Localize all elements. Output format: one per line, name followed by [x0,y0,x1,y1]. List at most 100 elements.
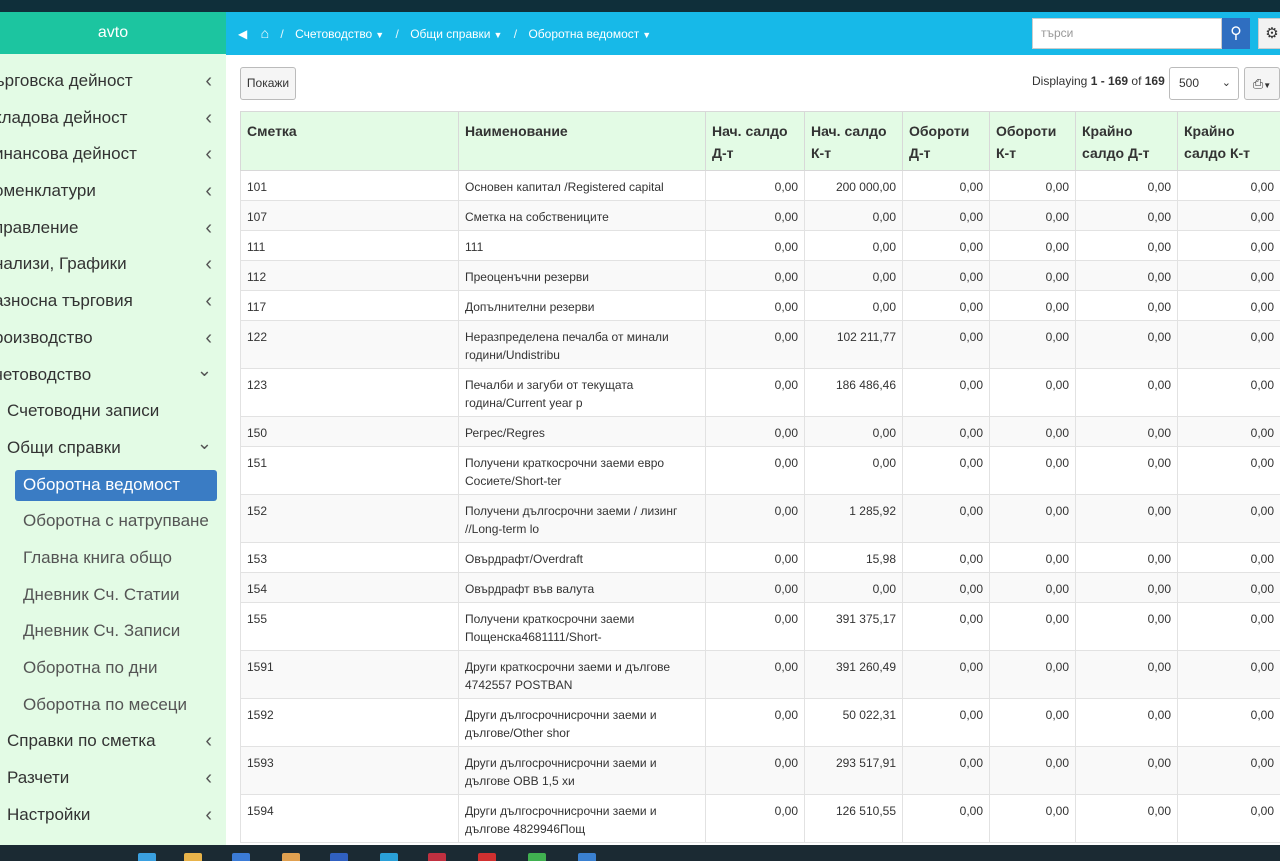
table-cell: 0,00 [902,494,990,543]
table-cell: 0,00 [1177,230,1280,261]
table-cell: Получени краткосрочни заеми евро Сосиете… [458,446,706,495]
table-row[interactable]: 151 Получени краткосрочни заеми евро Соси… [240,446,1280,495]
breadcrumb-item-turnover-sheet[interactable]: Оборотна ведомост ▼ [528,27,651,41]
breadcrumb-item-accounting[interactable]: Счетоводство ▼ [295,27,384,41]
table-row[interactable]: 107 Сметка на собствениците 0,00 0,00 0,00 0,… [240,200,1280,231]
sidebar-item[interactable]: Настройки ‹ [0,797,226,834]
column-header[interactable]: Нач. салдо К-т [804,111,903,171]
table-cell: 0,00 [1075,368,1178,417]
taskbar-app-icon[interactable] [528,853,546,861]
table-cell: 391 260,49 [804,650,903,699]
table-cell: 0,00 [902,446,990,495]
table-row[interactable]: 152 Получени дългосрочни заеми / лизинг /… [240,494,1280,543]
table-cell: 0,00 [705,698,805,747]
search-icon: ⚲ [1230,25,1242,42]
sidebar-item[interactable]: Общи справки ⌄ [0,430,226,467]
table-row[interactable]: 112 Преоценъчни резерви 0,00 0,00 0,00 0,00 0,… [240,260,1280,291]
sidebar-item[interactable]: ърговска дейност ‹ [0,63,226,100]
brand-title[interactable]: avto [0,12,226,54]
table-row[interactable]: 1594 Други дългосрочнисрочни заеми и дълг… [240,794,1280,843]
sidebar-item[interactable]: инансова дейност ‹ [0,136,226,173]
table-cell: Други дългосрочнисрочни заеми и дългове … [458,794,706,843]
column-header[interactable]: Обороти Д-т [902,111,990,171]
table-row[interactable]: 101 Основен капитал /Registered capital 0,… [240,170,1280,201]
sidebar-item[interactable]: кладова дейност ‹ [0,100,226,137]
sidebar-item[interactable]: Разчети ‹ [0,760,226,797]
sidebar-item-label: Счетоводни записи [7,401,160,421]
table-cell: 0,00 [1177,494,1280,543]
table-row[interactable]: 123 Печалби и загуби от текущата година/C… [240,368,1280,417]
taskbar-app-icon[interactable] [578,853,596,861]
sidebar-item-label: ърговска дейност [0,71,133,90]
sidebar-item[interactable]: роизводство ‹ [0,320,226,357]
table-row[interactable]: 155 Получени краткосрочни заеми Пощенска4… [240,602,1280,651]
table-cell: 107 [240,200,459,231]
settings-button[interactable]: ⚙ [1258,18,1280,49]
sidebar-item[interactable]: Оборотна с натрупване [0,503,226,540]
taskbar-app-icon[interactable] [282,853,300,861]
chevron-down-icon: ⌄ [196,359,212,380]
sidebar-item[interactable]: Дневник Сч. Статии [0,577,226,614]
table-cell: 0,00 [989,230,1076,261]
table-cell: 1591 [240,650,459,699]
column-header[interactable]: Нач. салдо Д-т [705,111,805,171]
table-row[interactable]: 122 Неразпределена печалба от минали годи… [240,320,1280,369]
table-cell: 0,00 [705,290,805,321]
column-header[interactable]: Крайно салдо Д-т [1075,111,1178,171]
table-cell: 0,00 [989,542,1076,573]
back-arrow-icon[interactable]: ◀ [238,27,247,41]
show-button[interactable]: Покажи [240,67,296,100]
breadcrumb-item-general-reports[interactable]: Общи справки ▼ [410,27,502,41]
search-button[interactable]: ⚲ [1222,18,1250,49]
taskbar-app-icon[interactable] [232,853,250,861]
table-row[interactable]: 1591 Други краткосрочни заеми и дългове 4… [240,650,1280,699]
sidebar-item[interactable]: Оборотна по дни [0,650,226,687]
table-cell: 0,00 [902,320,990,369]
sidebar-item[interactable]: нализи, Графики ‹ [0,246,226,283]
column-header[interactable]: Наименование [458,111,706,171]
table-row[interactable]: 154 Овърдрафт във валута 0,00 0,00 0,00 0,00 0… [240,572,1280,603]
pagination-of: of [1128,74,1145,88]
sidebar-item[interactable]: Главна книга общо [0,540,226,577]
table-cell: 0,00 [1075,230,1178,261]
sidebar-item[interactable]: азносна търговия ‹ [0,283,226,320]
print-button[interactable]: ⎙▼ [1244,67,1280,100]
sidebar-item[interactable]: Дневник Сч. Записи [0,613,226,650]
pagination-prefix: Displaying [1032,74,1091,88]
taskbar-app-icon[interactable] [138,853,156,861]
table-row[interactable]: 111 111 0,00 0,00 0,00 0,00 0,00 0,00 [240,230,1280,261]
table-cell: 0,00 [1075,320,1178,369]
table-cell: 0,00 [989,260,1076,291]
sidebar-item[interactable]: Справки по сметка ‹ [0,723,226,760]
search-input[interactable]: търси [1032,18,1222,49]
sidebar-item[interactable]: Оборотна по месеци [0,687,226,724]
print-icon: ⎙ [1252,76,1264,91]
table-row[interactable]: 150 Регрес/Regres 0,00 0,00 0,00 0,00 0,00 0,00 [240,416,1280,447]
table-row[interactable]: 117 Допълнителни резерви 0,00 0,00 0,00 0,00 0… [240,290,1280,321]
table-cell: 293 517,91 [804,746,903,795]
table-cell: 0,00 [705,494,805,543]
sidebar-item[interactable]: Счетоводни записи [0,393,226,430]
taskbar-app-icon[interactable] [184,853,202,861]
column-header[interactable]: Крайно салдо К-т [1177,111,1280,171]
taskbar-app-icon[interactable] [478,853,496,861]
sidebar-item[interactable]: оменклатури ‹ [0,173,226,210]
table-row[interactable]: 1593 Други дългосрочнисрочни заеми и дълг… [240,746,1280,795]
sidebar-item[interactable]: Оборотна ведомост [0,467,226,504]
chevron-left-icon: ‹ [205,106,212,129]
taskbar-app-icon[interactable] [330,853,348,861]
column-header[interactable]: Обороти К-т [989,111,1076,171]
table-row[interactable]: 153 Овърдрафт/Overdraft 0,00 15,98 0,00 0,00 0… [240,542,1280,573]
table-row[interactable]: 1592 Други дългосрочнисрочни заеми и дълг… [240,698,1280,747]
table-cell: Получени дългосрочни заеми / лизинг //Lo… [458,494,706,543]
table-cell: 0,00 [902,698,990,747]
sidebar-item[interactable]: четоводство ⌄ [0,357,226,394]
home-icon[interactable]: ⌂ [261,25,269,41]
page-size-select[interactable]: 500 ⌄ [1169,67,1239,100]
column-header[interactable]: Сметка [240,111,459,171]
table-cell: Овърдрафт/Overdraft [458,542,706,573]
breadcrumb: ◀ ⌂ / Счетоводство ▼ / Общи справки ▼ / Об… [238,12,651,55]
taskbar-app-icon[interactable] [380,853,398,861]
sidebar-item[interactable]: правление ‹ [0,210,226,247]
taskbar-app-icon[interactable] [428,853,446,861]
